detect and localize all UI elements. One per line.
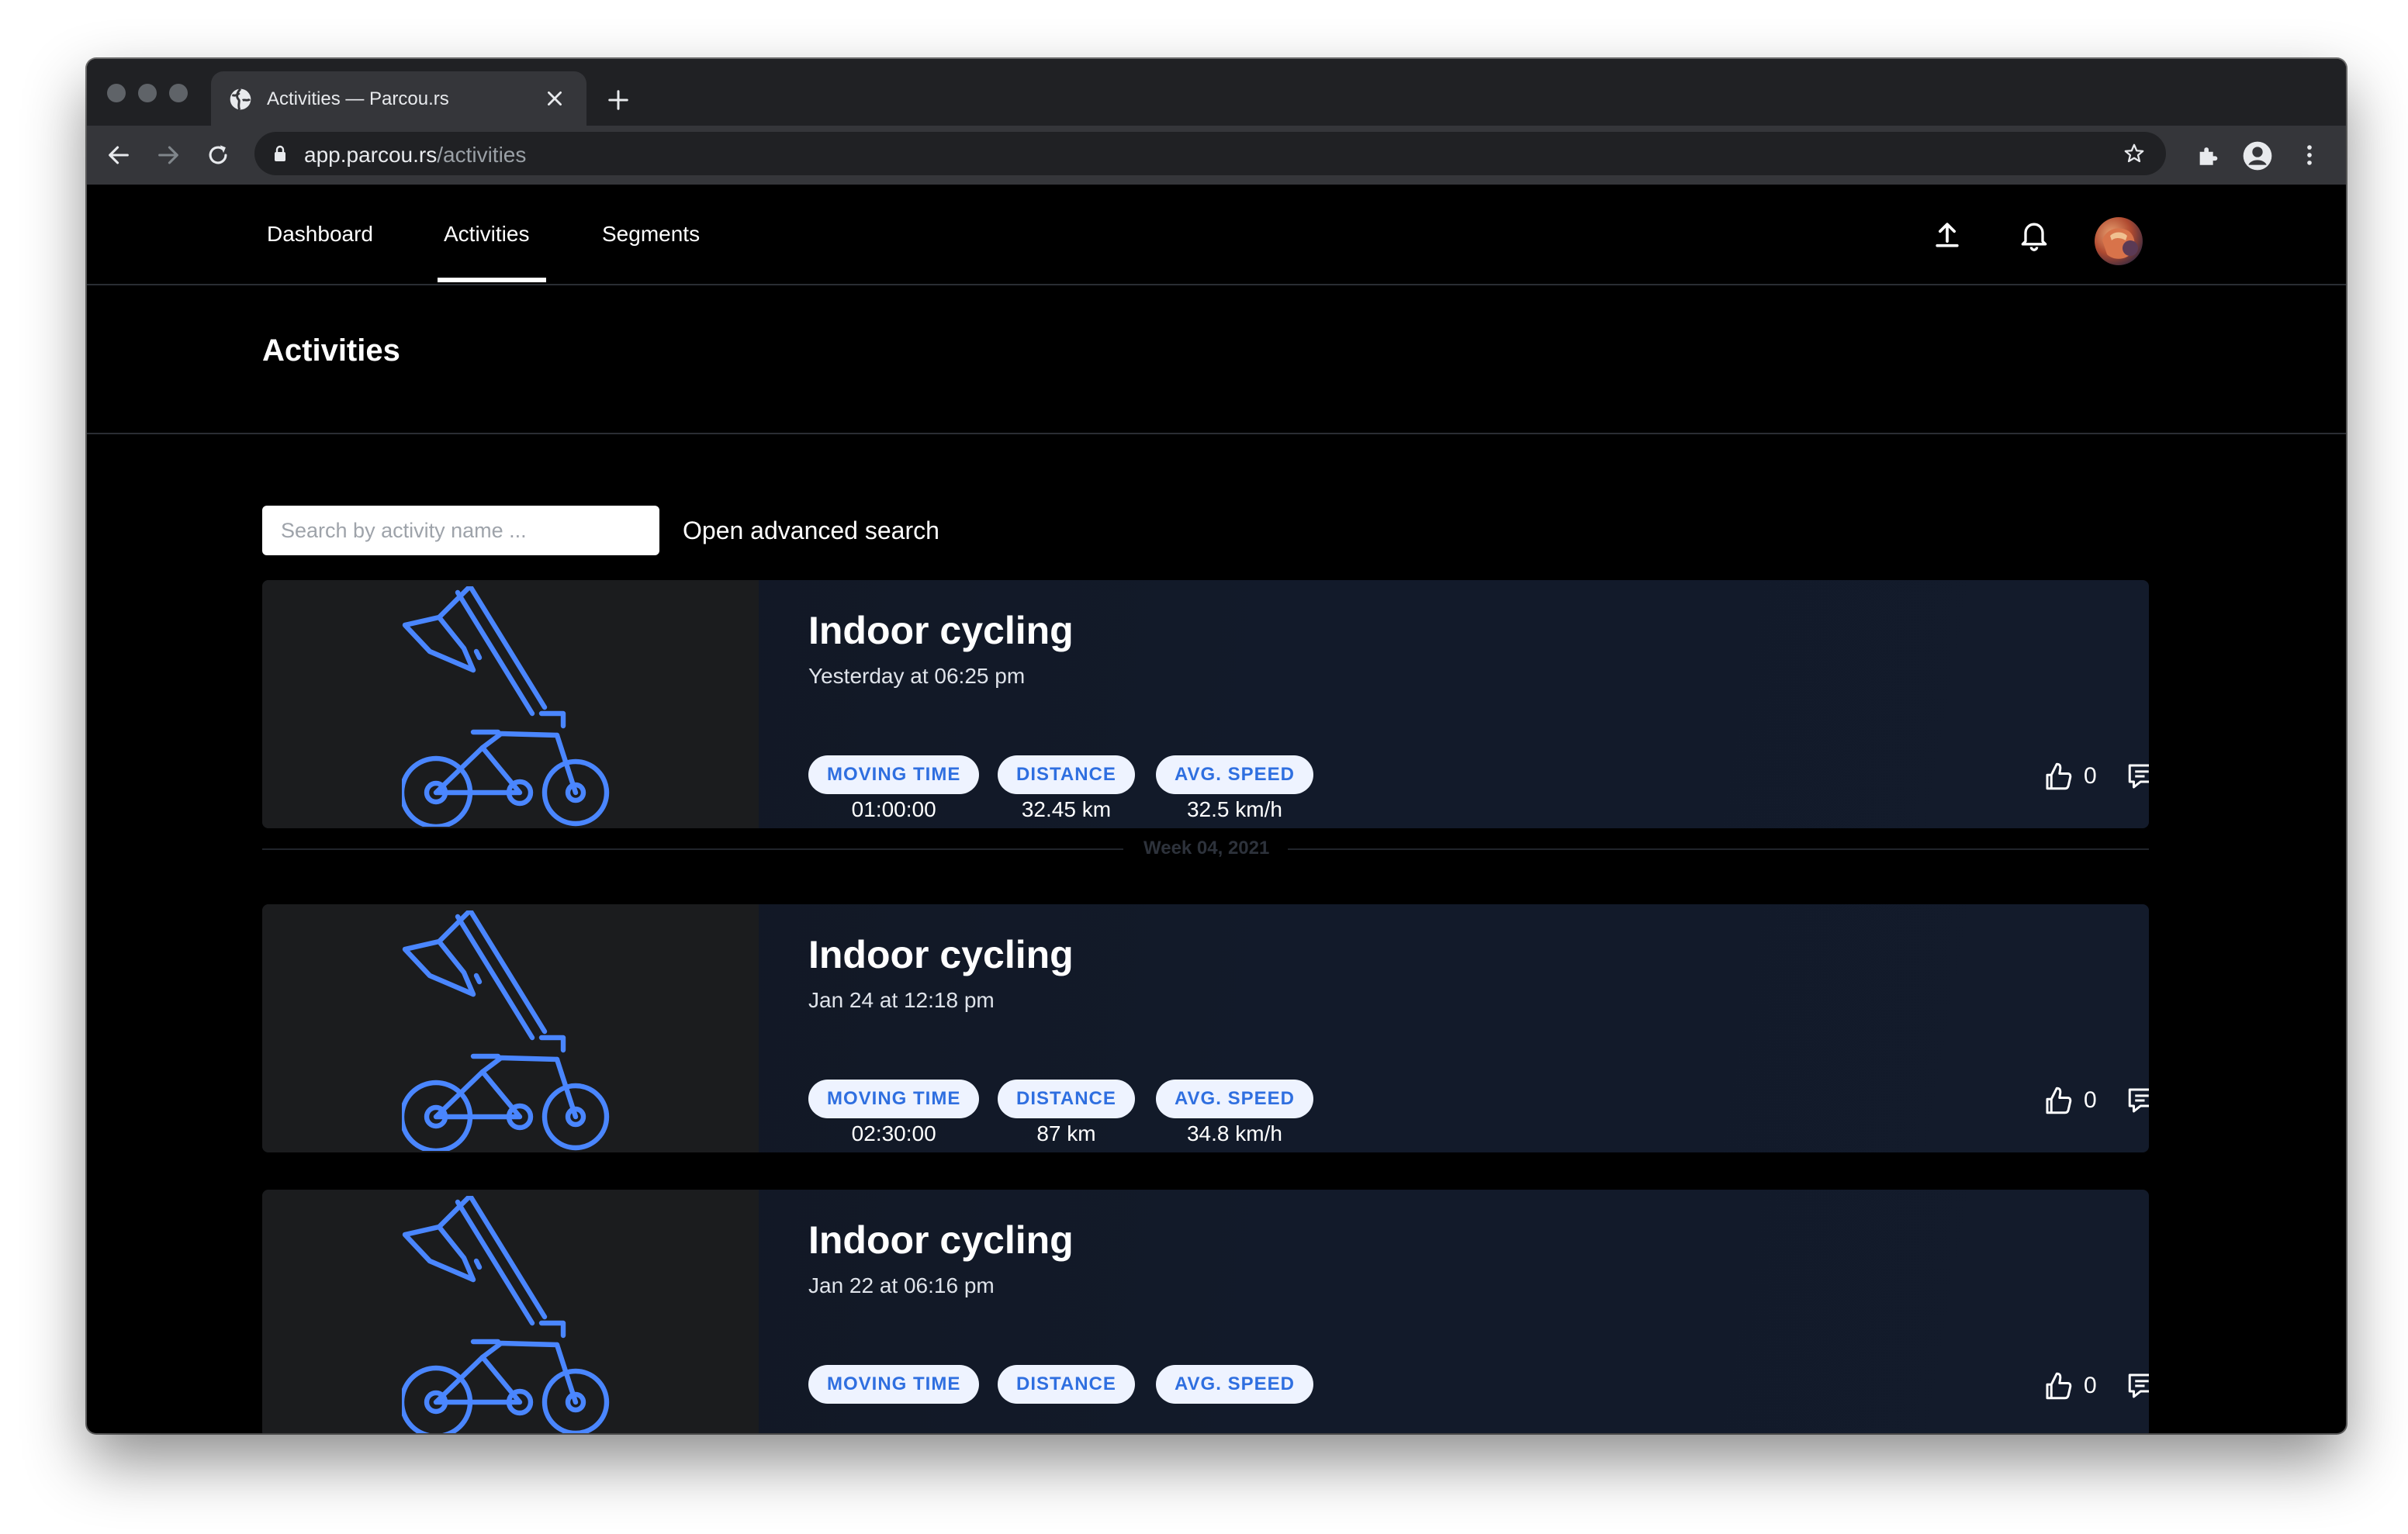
activity-title[interactable]: Indoor cycling <box>808 1218 1074 1263</box>
stat-value: 32.45 km <box>1021 797 1112 821</box>
divider-line-left <box>262 848 1123 850</box>
stat-label: MOVING TIME <box>808 1080 980 1118</box>
globe-icon <box>230 88 251 110</box>
nav-dashboard[interactable]: Dashboard <box>261 185 379 284</box>
stat-label: DISTANCE <box>998 1080 1135 1118</box>
page-header: Activities <box>87 285 2346 434</box>
stat-avg-speed: AVG. SPEED 32.5 km/h <box>1156 755 1313 822</box>
activity-title[interactable]: Indoor cycling <box>808 932 1074 977</box>
lock-icon <box>275 145 285 161</box>
stat-value: 34.8 km/h <box>1186 1121 1282 1145</box>
url-path: /activities <box>437 143 527 167</box>
nav-activities[interactable]: Activities <box>438 185 535 284</box>
bike-trainer-icon <box>402 586 610 827</box>
reload-icon[interactable] <box>205 142 231 168</box>
stat-value: 87 km <box>1036 1121 1096 1145</box>
activity-date: Jan 22 at 06:16 pm <box>808 1273 995 1297</box>
browser-window: Activities — Parcou.rs app.parcou.rs/act… <box>87 59 2346 1433</box>
like-count: 0 <box>2084 763 2097 789</box>
tab-title: Activities — Parcou.rs <box>267 88 449 109</box>
address-bar[interactable]: app.parcou.rs/activities <box>254 132 2166 175</box>
like-count: 0 <box>2084 1373 2097 1398</box>
extensions-puzzle-icon[interactable] <box>2195 142 2222 168</box>
divider-line-right <box>1288 848 2149 850</box>
advanced-search-link[interactable]: Open advanced search <box>683 517 939 545</box>
forward-arrow-icon[interactable] <box>155 142 182 168</box>
avatar-image <box>2102 228 2138 259</box>
app-navbar: Dashboard Activities Segments <box>87 185 2346 285</box>
search-input[interactable] <box>262 506 659 555</box>
week-label: Week 04, 2021 <box>1143 838 1270 859</box>
activity-thumbnail <box>262 1190 759 1433</box>
comment-icon <box>2128 764 2149 789</box>
close-tab-icon[interactable] <box>545 88 565 109</box>
nav-active-indicator <box>438 278 546 282</box>
nav-segments[interactable]: Segments <box>596 185 706 284</box>
profile-icon[interactable] <box>2242 140 2273 171</box>
stat-value: 01:00:00 <box>851 797 936 821</box>
stat-label: AVG. SPEED <box>1156 1080 1313 1118</box>
bell-icon[interactable] <box>2017 217 2051 251</box>
stat-value: 02:30:00 <box>851 1121 936 1145</box>
stat-label: DISTANCE <box>998 1365 1135 1404</box>
activity-thumbnail <box>262 580 759 828</box>
like-count: 0 <box>2084 1087 2097 1113</box>
stat-value: 32.5 km/h <box>1186 797 1282 821</box>
stat-moving-time: MOVING TIME <box>808 1365 980 1407</box>
stat-distance: DISTANCE <box>998 1365 1135 1407</box>
browser-menu-icon[interactable] <box>2296 142 2323 168</box>
stat-label: MOVING TIME <box>808 755 980 794</box>
comment-icon <box>2128 1373 2149 1398</box>
window-minimize-dot[interactable] <box>138 84 157 102</box>
page-title: Activities <box>262 333 400 368</box>
week-divider: Week 04, 2021 <box>262 838 2149 861</box>
stat-label: MOVING TIME <box>808 1365 980 1404</box>
stat-label: AVG. SPEED <box>1156 755 1313 794</box>
bike-trainer-icon <box>402 910 610 1151</box>
thumbs-up-icon <box>2046 762 2072 790</box>
tab-strip: Activities — Parcou.rs <box>87 59 2346 126</box>
stat-avg-speed: AVG. SPEED <box>1156 1365 1313 1407</box>
url-text: app.parcou.rs/activities <box>304 143 526 168</box>
stat-moving-time: MOVING TIME 01:00:00 <box>808 755 980 822</box>
bookmark-star-icon[interactable] <box>2123 142 2146 165</box>
activity-date: Jan 24 at 12:18 pm <box>808 988 995 1012</box>
stat-label: AVG. SPEED <box>1156 1365 1313 1404</box>
thumbs-up-icon <box>2046 1372 2072 1400</box>
activity-card[interactable]: Indoor cycling Jan 24 at 12:18 pm MOVING… <box>262 904 2149 1152</box>
browser-toolbar: app.parcou.rs/activities <box>87 126 2346 185</box>
activity-title[interactable]: Indoor cycling <box>808 608 1074 653</box>
bike-trainer-icon <box>402 1196 610 1433</box>
browser-tab[interactable]: Activities — Parcou.rs <box>211 71 586 126</box>
url-host: app.parcou.rs <box>304 143 438 167</box>
window-zoom-dot[interactable] <box>169 84 188 102</box>
comment-icon <box>2128 1088 2149 1113</box>
back-arrow-icon[interactable] <box>106 142 132 168</box>
activity-thumbnail <box>262 904 759 1152</box>
stat-distance: DISTANCE 32.45 km <box>998 755 1135 822</box>
thumbs-up-icon <box>2046 1087 2072 1114</box>
avatar[interactable] <box>2095 217 2143 265</box>
activity-card[interactable]: Indoor cycling Jan 22 at 06:16 pm MOVING… <box>262 1190 2149 1433</box>
new-tab-icon[interactable] <box>607 88 630 112</box>
stat-avg-speed: AVG. SPEED 34.8 km/h <box>1156 1080 1313 1146</box>
stat-moving-time: MOVING TIME 02:30:00 <box>808 1080 980 1146</box>
activity-date: Yesterday at 06:25 pm <box>808 664 1026 688</box>
activity-card[interactable]: Indoor cycling Yesterday at 06:25 pm MOV… <box>262 580 2149 828</box>
upload-icon[interactable] <box>1930 217 1964 251</box>
stat-label: DISTANCE <box>998 755 1135 794</box>
stat-distance: DISTANCE 87 km <box>998 1080 1135 1146</box>
window-close-dot[interactable] <box>107 84 126 102</box>
